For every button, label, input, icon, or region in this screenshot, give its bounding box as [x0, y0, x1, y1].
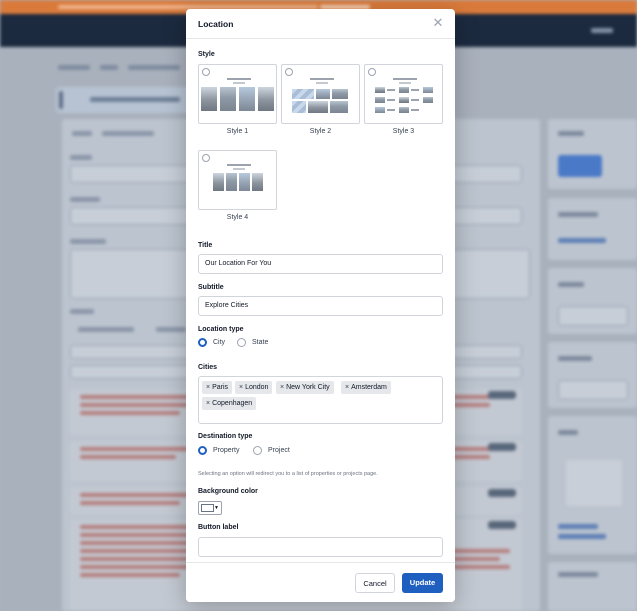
style-4-caption: Style 4: [226, 214, 249, 221]
subtitle-input[interactable]: Explore Cities: [198, 296, 443, 316]
cancel-button[interactable]: Cancel: [355, 573, 395, 593]
update-button[interactable]: Update: [402, 573, 443, 593]
template-panel: [548, 342, 637, 408]
cities-label: Cities: [198, 364, 218, 371]
cities-tag-input[interactable]: × Paris × London × New York City × Amsterdam…: [198, 376, 443, 424]
background-color-picker[interactable]: ▼: [198, 501, 222, 515]
breadcrumb-panel: [548, 562, 637, 611]
destination-helper-text: Selecting an option will redirect you to…: [198, 471, 378, 477]
location-type-city[interactable]: City: [198, 338, 225, 347]
city-radio-icon[interactable]: [198, 338, 207, 347]
style-3-caption: Style 3: [392, 128, 415, 135]
city-tag-paris[interactable]: × Paris: [202, 381, 233, 394]
caret-down-icon: ▼: [214, 505, 219, 511]
style-option-3[interactable]: Style 3: [364, 64, 443, 135]
remove-tag-icon[interactable]: ×: [206, 400, 210, 407]
style-3-radio[interactable]: [368, 68, 376, 76]
color-swatch: [201, 504, 214, 512]
state-radio-icon[interactable]: [237, 338, 246, 347]
publish-panel: [548, 119, 637, 189]
style-2-thumbnail: [281, 64, 360, 124]
title-input[interactable]: Our Location For You: [198, 254, 443, 274]
button-label-input[interactable]: [198, 537, 443, 557]
title-label: Title: [198, 242, 213, 249]
remove-tag-icon[interactable]: ×: [239, 384, 243, 391]
state-radio-label: State: [252, 339, 269, 346]
subtitle-label: Subtitle: [198, 284, 224, 291]
style-4-thumbnail: [198, 150, 277, 210]
breadcrumb: [58, 65, 90, 70]
project-radio-icon[interactable]: [253, 446, 262, 455]
style-1-thumbnail: [198, 64, 277, 124]
style-2-caption: Style 2: [309, 128, 332, 135]
destination-type-property[interactable]: Property: [198, 446, 239, 455]
status-panel: [548, 268, 637, 334]
location-type-label: Location type: [198, 326, 244, 333]
style-option-2[interactable]: Style 2: [281, 64, 360, 135]
modal-title: Location: [198, 19, 234, 29]
destination-type-project[interactable]: Project: [253, 446, 290, 455]
languages-panel: [548, 198, 637, 260]
city-radio-label: City: [213, 339, 226, 346]
modal-header: Location ✕: [186, 9, 455, 39]
property-radio-icon[interactable]: [198, 446, 207, 455]
style-label: Style: [198, 51, 215, 58]
editing-notice: [56, 87, 196, 113]
city-tag-copenhagen[interactable]: × Copenhagen: [202, 397, 257, 410]
remove-tag-icon[interactable]: ×: [345, 384, 349, 391]
destination-type-label: Destination type: [198, 433, 253, 440]
style-1-radio[interactable]: [202, 68, 210, 76]
background-color-label: Background color: [198, 488, 258, 495]
style-option-1[interactable]: Style 1: [198, 64, 277, 135]
city-tag-london[interactable]: × London: [235, 381, 273, 394]
style-4-radio[interactable]: [202, 154, 210, 162]
style-2-radio[interactable]: [285, 68, 293, 76]
location-type-state[interactable]: State: [237, 338, 268, 347]
project-radio-label: Project: [268, 447, 290, 454]
location-modal: Location ✕ Style Style 1 Style 2 Style 3…: [186, 9, 455, 602]
style-3-thumbnail: [364, 64, 443, 124]
property-radio-label: Property: [213, 447, 240, 454]
close-icon[interactable]: ✕: [431, 16, 445, 30]
remove-tag-icon[interactable]: ×: [280, 384, 284, 391]
city-tag-amsterdam[interactable]: × Amsterdam: [341, 381, 391, 394]
modal-footer: Cancel Update: [186, 562, 455, 602]
remove-tag-icon[interactable]: ×: [206, 384, 210, 391]
city-tag-new-york-city[interactable]: × New York City: [276, 381, 334, 394]
image-panel: [548, 416, 637, 554]
style-option-4[interactable]: Style 4: [198, 150, 277, 221]
style-1-caption: Style 1: [226, 128, 249, 135]
button-label-label: Button label: [198, 524, 239, 531]
